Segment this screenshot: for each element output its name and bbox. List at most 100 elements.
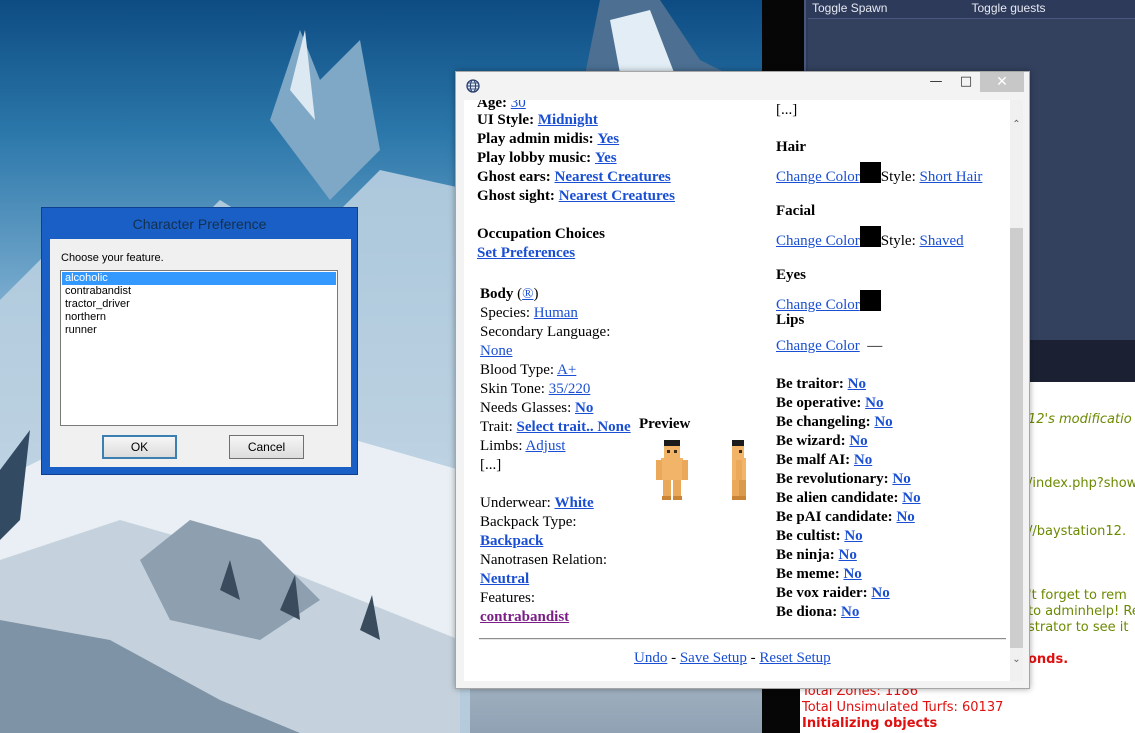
species-row: Species: Human bbox=[480, 305, 578, 321]
verb-bar: Toggle Spawn Toggle guests bbox=[806, 0, 1135, 16]
dialog-title: Character Preference bbox=[132, 216, 267, 232]
admin-midis-link[interactable]: Yes bbox=[597, 131, 619, 147]
feature-option[interactable]: tractor_driver bbox=[62, 298, 336, 311]
toggle-guests-verb[interactable]: Toggle guests bbox=[972, 1, 1132, 15]
role-toggle-link[interactable]: No bbox=[854, 452, 872, 468]
role-row: Be meme: No bbox=[776, 566, 862, 582]
randomize-body-link[interactable]: ® bbox=[522, 286, 533, 302]
character-preference-dialog: Character Preference Choose your feature… bbox=[41, 207, 358, 475]
body-heading: Body (®) bbox=[480, 286, 539, 302]
feature-option[interactable]: contrabandist bbox=[62, 285, 336, 298]
lips-value: — bbox=[867, 338, 883, 354]
hair-style-link[interactable]: Short Hair bbox=[920, 169, 983, 185]
age-link[interactable]: 30 bbox=[511, 100, 526, 111]
trait-link[interactable]: Select trait.. None bbox=[517, 419, 631, 435]
dialog-body: Choose your feature. alcoholic contraban… bbox=[50, 239, 351, 467]
vertical-scrollbar[interactable]: ⌃ ⌄ bbox=[1010, 100, 1023, 681]
feature-option[interactable]: alcoholic bbox=[62, 272, 336, 285]
role-toggle-link[interactable]: No bbox=[844, 528, 862, 544]
chat-line: strator to see it bbox=[1028, 620, 1129, 635]
skin-tone-link[interactable]: 35/220 bbox=[549, 381, 591, 397]
body-ellipsis: [...] bbox=[480, 457, 502, 473]
glasses-link[interactable]: No bbox=[575, 400, 593, 416]
ghost-ears-row: Ghost ears: Nearest Creatures bbox=[477, 169, 671, 185]
admin-midis-row: Play admin midis: Yes bbox=[477, 131, 620, 147]
globe-icon bbox=[466, 79, 480, 93]
facial-color-swatch bbox=[859, 226, 881, 247]
role-toggle-link[interactable]: No bbox=[896, 509, 914, 525]
maximize-icon[interactable]: □ bbox=[952, 72, 980, 92]
occupation-heading: Occupation Choices bbox=[477, 226, 605, 242]
species-link[interactable]: Human bbox=[534, 305, 578, 321]
role-row: Be changeling: No bbox=[776, 414, 893, 430]
hair-row: Change Color Style: Short Hair bbox=[776, 162, 982, 187]
role-row: Be diona: No bbox=[776, 604, 860, 620]
role-row: Be revolutionary: No bbox=[776, 471, 911, 487]
facial-style-link[interactable]: Shaved bbox=[920, 233, 964, 249]
character-preview-side bbox=[732, 440, 746, 500]
role-toggle-link[interactable]: No bbox=[902, 490, 920, 506]
secondary-language-link[interactable]: None bbox=[480, 343, 513, 359]
role-toggle-link[interactable]: No bbox=[892, 471, 910, 487]
undo-link[interactable]: Undo bbox=[634, 650, 667, 666]
underwear-link[interactable]: White bbox=[555, 495, 594, 511]
reset-setup-link[interactable]: Reset Setup bbox=[759, 650, 830, 666]
footer-links: Undo - Save Setup - Reset Setup bbox=[634, 650, 831, 666]
role-toggle-link[interactable]: No bbox=[848, 376, 866, 392]
feature-listbox[interactable]: alcoholic contrabandist tractor_driver n… bbox=[60, 270, 338, 426]
blood-type-link[interactable]: A+ bbox=[557, 362, 576, 378]
facial-row: Change Color Style: Shaved bbox=[776, 226, 964, 251]
feature-option[interactable]: runner bbox=[62, 324, 336, 337]
relation-label: Nanotrasen Relation: bbox=[480, 552, 608, 568]
relation-link[interactable]: Neutral bbox=[480, 571, 529, 587]
limbs-link[interactable]: Adjust bbox=[525, 438, 565, 454]
role-row: Be operative: No bbox=[776, 395, 884, 411]
relation-row: Neutral bbox=[480, 570, 529, 589]
secondary-language-label: Secondary Language: bbox=[480, 324, 611, 340]
lips-color-link[interactable]: Change Color bbox=[776, 338, 860, 354]
role-toggle-link[interactable]: No bbox=[849, 433, 867, 449]
close-icon[interactable]: ✕ bbox=[980, 72, 1024, 92]
underwear-row: Underwear: White bbox=[480, 495, 594, 511]
trait-row: Trait: Select trait.. None bbox=[480, 419, 631, 435]
role-toggle-link[interactable]: No bbox=[841, 604, 859, 620]
ok-button[interactable]: OK bbox=[102, 435, 177, 459]
role-row: Be traitor: No bbox=[776, 376, 866, 392]
feature-option[interactable]: northern bbox=[62, 311, 336, 324]
ghost-ears-link[interactable]: Nearest Creatures bbox=[555, 169, 671, 185]
lobby-music-link[interactable]: Yes bbox=[595, 150, 617, 166]
facial-color-link[interactable]: Change Color bbox=[776, 233, 860, 249]
scroll-down-icon[interactable]: ⌄ bbox=[1010, 653, 1023, 667]
role-row: Be malf AI: No bbox=[776, 452, 873, 468]
chat-line: Initializing objects bbox=[802, 716, 938, 731]
role-toggle-link[interactable]: No bbox=[839, 547, 857, 563]
hair-color-link[interactable]: Change Color bbox=[776, 169, 860, 185]
scroll-up-icon[interactable]: ⌃ bbox=[1010, 118, 1023, 132]
backpack-link[interactable]: Backpack bbox=[480, 533, 543, 549]
features-row: contrabandist bbox=[480, 608, 569, 627]
limbs-row: Limbs: Adjust bbox=[480, 438, 566, 454]
ghost-sight-link[interactable]: Nearest Creatures bbox=[559, 188, 675, 204]
set-preferences-link[interactable]: Set Preferences bbox=[477, 245, 575, 261]
role-row: Be ninja: No bbox=[776, 547, 857, 563]
save-setup-link[interactable]: Save Setup bbox=[680, 650, 747, 666]
ui-style-link[interactable]: Midnight bbox=[538, 112, 598, 128]
scroll-thumb[interactable] bbox=[1010, 228, 1023, 648]
chat-line: //baystation12. bbox=[1028, 524, 1127, 539]
toggle-spawn-verb[interactable]: Toggle Spawn bbox=[812, 1, 972, 15]
chat-line: Total Unsimulated Turfs: 60137 bbox=[802, 700, 1004, 715]
cancel-button[interactable]: Cancel bbox=[229, 435, 304, 459]
occupation-row: Set Preferences bbox=[477, 244, 575, 263]
lips-heading: Lips bbox=[776, 312, 805, 328]
chat-line: /index.php?show bbox=[1028, 476, 1135, 491]
role-toggle-link[interactable]: No bbox=[874, 414, 892, 430]
minimize-icon[interactable]: — bbox=[922, 72, 950, 92]
lips-row: Change Color — bbox=[776, 337, 882, 356]
role-toggle-link[interactable]: No bbox=[865, 395, 883, 411]
window-titlebar[interactable]: — □ ✕ bbox=[456, 72, 1029, 100]
eyes-color-swatch bbox=[859, 290, 881, 311]
role-toggle-link[interactable]: No bbox=[843, 566, 861, 582]
features-link[interactable]: contrabandist bbox=[480, 609, 569, 625]
role-toggle-link[interactable]: No bbox=[871, 585, 889, 601]
right-ellipsis: [...] bbox=[776, 102, 798, 118]
